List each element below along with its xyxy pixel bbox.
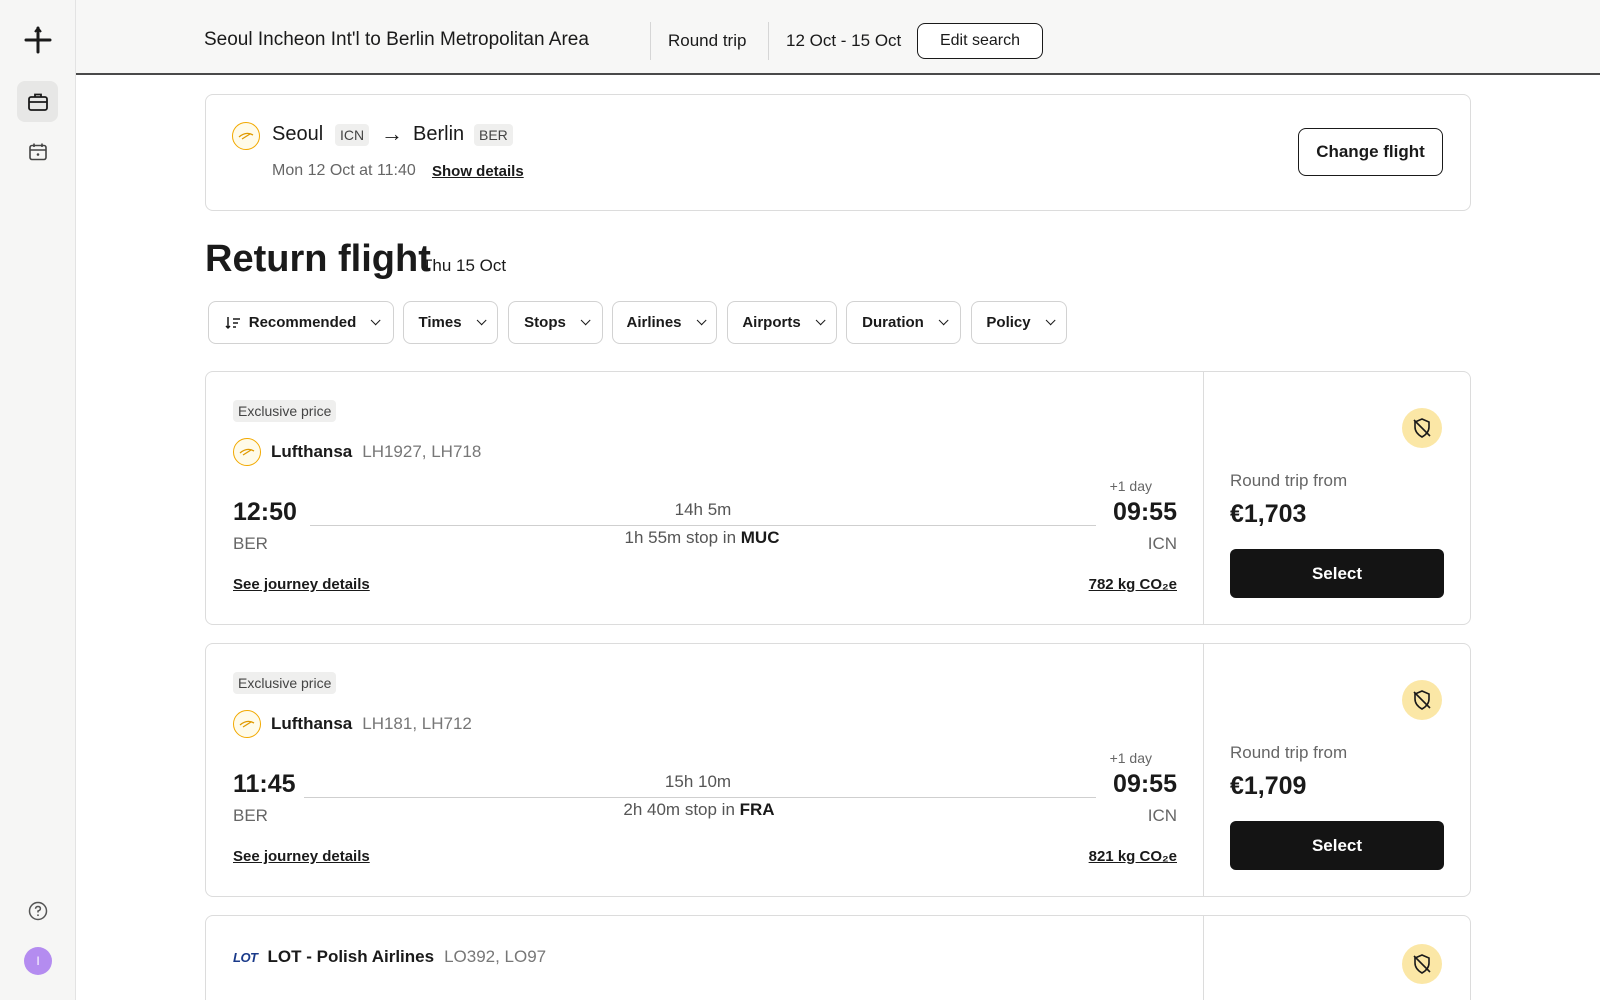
select-button[interactable]: Select (1230, 549, 1444, 598)
shield-off-icon[interactable] (1402, 408, 1442, 448)
shield-off-icon[interactable] (1402, 944, 1442, 984)
flight-result-card[interactable]: Exclusive price Lufthansa LH1927, LH718 … (205, 371, 1471, 625)
divider (768, 22, 769, 60)
plus-day-label: +1 day (1109, 750, 1152, 766)
chevron-down-icon (580, 315, 591, 326)
price-label: Round trip from (1230, 471, 1348, 490)
exclusive-price-badge: Exclusive price (233, 672, 337, 694)
departure-airport: BER (233, 806, 268, 825)
filter-label: Airports (742, 314, 801, 331)
arrival-airport: ICN (1147, 806, 1177, 825)
filter-duration[interactable]: Duration (846, 301, 961, 344)
divider (1203, 372, 1204, 624)
change-flight-button[interactable]: Change flight (1298, 128, 1443, 176)
filter-label: Policy (986, 314, 1031, 331)
plus-logo-icon[interactable] (17, 19, 58, 60)
filter-policy[interactable]: Policy (971, 301, 1067, 344)
lufthansa-logo-icon (233, 710, 261, 738)
stop-airport: FRA (739, 800, 775, 819)
sort-label: Recommended (248, 314, 357, 331)
route-line (310, 525, 1096, 526)
sidebar: I (0, 0, 76, 1000)
journey-details-link[interactable]: See journey details (233, 848, 370, 865)
sort-icon (225, 316, 240, 329)
flight-result-card[interactable]: LOT LOT - Polish Airlines LO392, LO97 (205, 915, 1471, 1000)
origin-code: ICN (335, 124, 370, 146)
avatar[interactable]: I (24, 947, 52, 975)
price: €1,703 (1230, 500, 1307, 528)
chevron-down-icon (938, 315, 949, 326)
trip-dates: 12 Oct - 15 Oct (786, 31, 902, 50)
filter-stops[interactable]: Stops (508, 301, 603, 344)
show-details-link[interactable]: Show details (432, 163, 524, 180)
return-date: Thu 15 Oct (422, 256, 507, 275)
co2-emissions-link[interactable]: 821 kg CO₂e (1089, 848, 1177, 865)
airline-name: LOT - Polish Airlines (267, 947, 435, 966)
price-label: Round trip from (1230, 743, 1348, 762)
price: €1,709 (1230, 772, 1307, 800)
briefcase-icon[interactable] (17, 81, 58, 122)
departure-time: 12:50 (233, 498, 297, 526)
edit-search-button[interactable]: Edit search (917, 23, 1043, 59)
chevron-down-icon (815, 315, 826, 326)
airline-name: Lufthansa (271, 714, 353, 733)
arrow-right-icon: → (381, 121, 403, 146)
flight-numbers: LH181, LH712 (362, 714, 472, 733)
chevron-down-icon (476, 315, 487, 326)
stop-info: 1h 55m stop in MUC (624, 528, 780, 547)
flight-result-card[interactable]: Exclusive price Lufthansa LH181, LH712 1… (205, 643, 1471, 897)
arrival-time: 09:55 (1113, 770, 1177, 798)
outbound-flight-card: Seoul ICN → Berlin BER Mon 12 Oct at 11:… (205, 94, 1471, 211)
flight-numbers: LO392, LO97 (444, 947, 547, 966)
flight-duration: 14h 5m (674, 500, 732, 519)
divider (1203, 916, 1204, 1000)
exclusive-price-badge: Exclusive price (233, 400, 337, 422)
select-button[interactable]: Select (1230, 821, 1444, 870)
trip-type: Round trip (668, 31, 747, 50)
route-line (304, 797, 1096, 798)
plus-day-label: +1 day (1109, 478, 1152, 494)
calendar-icon[interactable] (17, 131, 58, 172)
page-title: Return flight (205, 238, 431, 280)
divider (650, 22, 651, 60)
flight-numbers: LH1927, LH718 (362, 442, 482, 461)
chevron-down-icon (696, 315, 707, 326)
lot-logo-icon: LOT (233, 949, 258, 965)
search-header: Seoul Incheon Int'l to Berlin Metropolit… (76, 0, 1600, 75)
origin-city: Seoul (272, 123, 324, 145)
departure-time: 11:45 (233, 770, 296, 798)
co2-emissions-link[interactable]: 782 kg CO₂e (1089, 576, 1177, 593)
filter-label: Duration (862, 314, 924, 331)
filter-airlines[interactable]: Airlines (612, 301, 717, 344)
journey-details-link[interactable]: See journey details (233, 576, 370, 593)
filter-times[interactable]: Times (403, 301, 498, 344)
destination-city: Berlin (413, 123, 465, 145)
departure-airport: BER (233, 534, 268, 553)
lufthansa-logo-icon (232, 122, 260, 150)
destination-code: BER (474, 124, 513, 146)
lufthansa-logo-icon (233, 438, 261, 466)
search-route: Seoul Incheon Int'l to Berlin Metropolit… (204, 29, 589, 50)
arrival-time: 09:55 (1113, 498, 1177, 526)
airline-name: Lufthansa (271, 442, 353, 461)
filter-label: Times (418, 314, 462, 331)
stop-info: 2h 40m stop in FRA (623, 800, 775, 819)
chevron-down-icon (1045, 315, 1056, 326)
arrival-airport: ICN (1147, 534, 1177, 553)
flight-duration: 15h 10m (664, 772, 732, 791)
filter-airports[interactable]: Airports (727, 301, 837, 344)
shield-off-icon[interactable] (1402, 680, 1442, 720)
sort-dropdown[interactable]: Recommended (208, 301, 394, 344)
filter-label: Stops (524, 314, 566, 331)
chevron-down-icon (370, 315, 381, 326)
divider (1203, 644, 1204, 896)
stop-airport: MUC (740, 528, 780, 547)
filter-label: Airlines (626, 314, 682, 331)
help-circle-icon[interactable] (17, 890, 58, 931)
outbound-datetime: Mon 12 Oct at 11:40 (272, 162, 416, 179)
